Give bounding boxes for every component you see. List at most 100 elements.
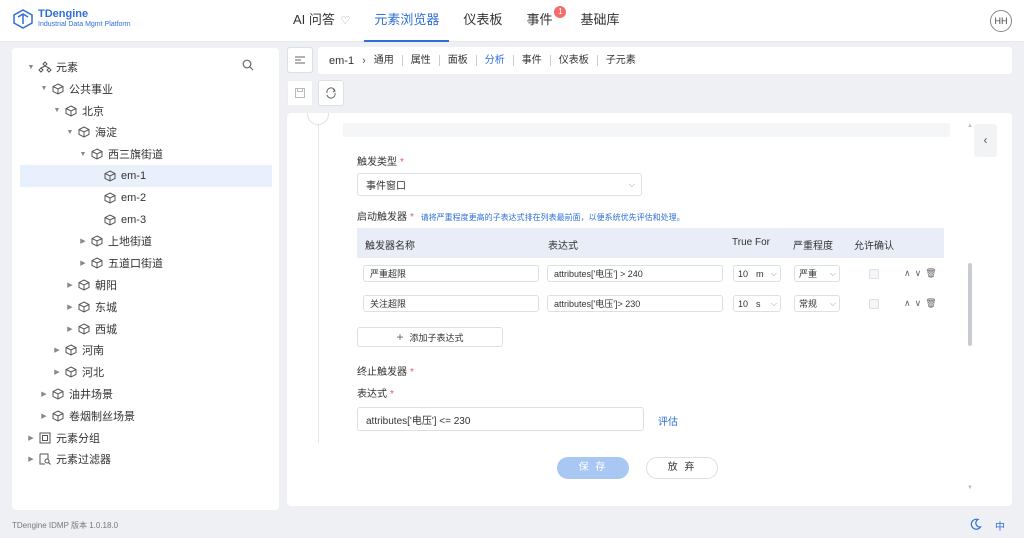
caret-down-icon[interactable]: ▼ (78, 151, 88, 158)
caret-right-icon[interactable]: ▶ (78, 259, 88, 267)
section-header-bar (343, 123, 950, 137)
true-for-input[interactable]: 10 s ⌵ (733, 295, 781, 312)
chevron-down-icon: ⌵ (770, 298, 777, 308)
tree-node[interactable]: ▼ 元素 (20, 56, 272, 78)
tree-node[interactable]: em-1 (20, 165, 272, 187)
filter-icon (39, 453, 51, 466)
expression-input[interactable]: attributes['电压']> 230 (547, 295, 723, 312)
true-for-input[interactable]: 10 m ⌵ (733, 265, 781, 282)
end-expression-input[interactable]: attributes['电压'] <= 230 (357, 407, 644, 431)
tree-node[interactable]: ▶ 油井场景 (20, 383, 272, 405)
caret-right-icon[interactable]: ▶ (52, 368, 62, 376)
tree-node-label: 元素过滤器 (56, 454, 111, 467)
cube-icon (65, 105, 77, 117)
tree-node[interactable]: ▶ 元素过滤器 (20, 448, 272, 470)
add-subexpression-button[interactable]: + 添加子表达式 (357, 327, 503, 347)
tree-node[interactable]: ▶ 上地街道 (20, 230, 272, 252)
save-icon-button[interactable] (287, 80, 313, 106)
cube-icon (91, 148, 103, 160)
tree-node[interactable]: ▶ 元素分组 (20, 427, 272, 449)
trigger-name-input[interactable]: 严重超限 (363, 265, 539, 282)
tree-node[interactable]: ▶ 西城 (20, 318, 272, 340)
tab-4[interactable]: 事件 (514, 55, 551, 66)
version-text: TDengine IDMP 版本 1.0.18.0 (12, 521, 119, 530)
severity-select[interactable]: 严重 ⌵ (794, 265, 840, 282)
tree-node-label: 河南 (82, 345, 104, 358)
scroll-up-icon[interactable]: ▲ (967, 123, 973, 129)
caret-right-icon[interactable]: ▶ (26, 434, 36, 442)
move-up-icon[interactable]: ∧ (904, 268, 911, 279)
tree-node[interactable]: ▼ 公共事业 (20, 78, 272, 100)
severity-select[interactable]: 常规 ⌵ (794, 295, 840, 312)
refresh-icon-button[interactable] (318, 80, 344, 106)
move-down-icon[interactable]: ∨ (915, 298, 922, 309)
nav-ai-qa[interactable]: AI 问答 ♡ (283, 0, 360, 42)
trash-icon[interactable]: 🗑 (925, 268, 936, 279)
refresh-icon (326, 87, 336, 99)
tree-node[interactable]: ▶ 河南 (20, 339, 272, 361)
nav-base-library[interactable]: 基础库 (570, 0, 629, 42)
tree-node[interactable]: ▶ 卷烟制丝场景 (20, 405, 272, 427)
cube-icon (78, 126, 90, 138)
tree-node[interactable]: ▼ 西三旗街道 (20, 143, 272, 165)
user-avatar[interactable]: HH (990, 10, 1012, 32)
trigger-type-select[interactable]: 事件窗口 ⌵ (357, 173, 642, 196)
tree-node[interactable]: em-3 (20, 209, 272, 231)
expression-input[interactable]: attributes['电压'] > 240 (547, 265, 723, 282)
evaluate-link[interactable]: 评估 (658, 413, 678, 428)
step-line (318, 125, 319, 443)
caret-right-icon[interactable]: ▶ (65, 325, 75, 333)
toggle-tree-button[interactable] (287, 47, 313, 73)
caret-down-icon[interactable]: ▼ (39, 85, 49, 92)
caret-right-icon[interactable]: ▶ (39, 412, 49, 420)
allow-ack-checkbox[interactable] (869, 269, 879, 279)
tree-node[interactable]: ▶ 朝阳 (20, 274, 272, 296)
caret-right-icon[interactable]: ▶ (52, 346, 62, 354)
tree-node-label: 卷烟制丝场景 (69, 410, 135, 423)
caret-right-icon[interactable]: ▶ (26, 455, 36, 463)
caret-down-icon[interactable]: ▼ (26, 64, 36, 71)
scrollbar[interactable] (968, 263, 972, 346)
caret-right-icon[interactable]: ▶ (65, 303, 75, 311)
tab-2[interactable]: 面板 (440, 55, 477, 66)
language-toggle[interactable]: 中 (995, 518, 1005, 533)
caret-right-icon[interactable]: ▶ (65, 281, 75, 289)
tab-1[interactable]: 属性 (403, 55, 440, 66)
moon-icon[interactable] (970, 518, 982, 530)
tab-6[interactable]: 子元素 (598, 55, 644, 66)
row-actions: ∧ ∨ 🗑 (904, 298, 937, 309)
move-up-icon[interactable]: ∧ (904, 298, 911, 309)
tree-node[interactable]: ▶ 河北 (20, 361, 272, 383)
tree-node[interactable]: ▶ 五道口街道 (20, 252, 272, 274)
scroll-down-icon[interactable]: ▼ (967, 485, 973, 491)
caret-down-icon[interactable]: ▼ (65, 129, 75, 136)
tab-0[interactable]: 通用 (374, 55, 403, 66)
nav-element-browser[interactable]: 元素浏览器 (364, 0, 450, 42)
tree-node[interactable]: ▼ 北京 (20, 100, 272, 122)
tree-node[interactable]: em-2 (20, 187, 272, 209)
caret-right-icon[interactable]: ▶ (78, 237, 88, 245)
tab-5[interactable]: 仪表板 (551, 55, 598, 66)
nav-dashboard[interactable]: 仪表板 (453, 0, 512, 42)
move-down-icon[interactable]: ∨ (915, 268, 922, 279)
tree-node-label: 西三旗街道 (108, 149, 163, 162)
chevron-down-icon: ⌵ (829, 268, 836, 278)
collapse-panel-button[interactable]: ‹ (974, 124, 997, 157)
tree-node[interactable]: ▶ 东城 (20, 296, 272, 318)
caret-down-icon[interactable]: ▼ (52, 107, 62, 114)
trigger-name-input[interactable]: 关注超限 (363, 295, 539, 312)
tree-node-label: 西城 (95, 323, 117, 336)
save-button[interactable]: 保 存 (557, 457, 629, 479)
trash-icon[interactable]: 🗑 (925, 298, 936, 309)
tree-node[interactable]: ▼ 海淀 (20, 121, 272, 143)
cancel-button[interactable]: 放 弃 (646, 457, 718, 479)
nav-events[interactable]: 事件 1 (516, 0, 567, 42)
tab-3[interactable]: 分析 (477, 55, 514, 66)
allow-ack-checkbox[interactable] (869, 299, 879, 309)
breadcrumb-current[interactable]: em-1 (329, 55, 354, 67)
tree-node-label: 朝阳 (95, 280, 117, 292)
col-trigger-name: 触发器名称 (365, 241, 415, 252)
cube-icon (104, 192, 116, 204)
caret-right-icon[interactable]: ▶ (39, 390, 49, 398)
logo[interactable]: TDengine Industrial Data Mgmt Platform (12, 8, 131, 30)
